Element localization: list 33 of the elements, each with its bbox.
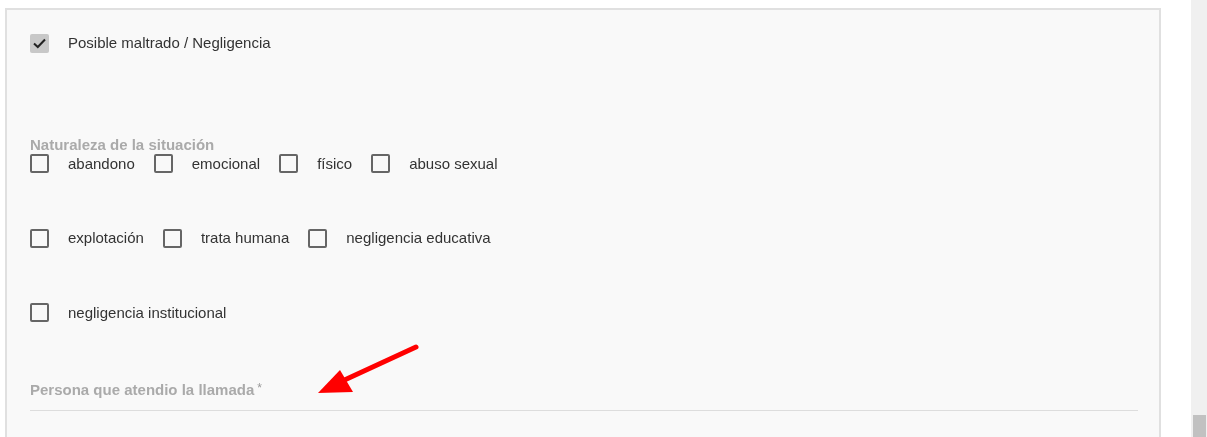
checkbox-option[interactable]: abuso sexual (371, 152, 498, 175)
checkbox-option[interactable]: negligencia educativa (308, 227, 491, 250)
checkbox[interactable] (30, 154, 49, 174)
checkbox[interactable] (308, 228, 328, 248)
field-label: Persona que atendio la llamada (30, 380, 255, 400)
checkbox-label: negligencia educativa (346, 228, 491, 248)
checkbox-label: abandono (68, 153, 135, 174)
section-label: Naturaleza de la situación (30, 135, 216, 154)
checkbox[interactable] (30, 33, 49, 53)
checkbox[interactable] (30, 303, 49, 323)
checkbox-option[interactable]: físico (279, 152, 353, 175)
checkbox-option[interactable]: Posible maltrado / Negligencia (30, 32, 1137, 55)
checkbox-label: explotación (68, 228, 144, 248)
checkbox-label: negligencia institucional (68, 302, 227, 323)
checkbox[interactable] (371, 154, 391, 174)
checkbox-option[interactable]: abandono (30, 152, 135, 175)
required-mark: * (257, 380, 262, 397)
checkbox[interactable] (279, 154, 299, 174)
checkbox-label: emocional (191, 153, 261, 174)
checkbox-option[interactable]: negligencia institucional (30, 301, 227, 324)
checkbox-option[interactable]: emocional (153, 152, 261, 175)
scrollbar[interactable] (1191, 0, 1207, 437)
checkbox-label: abuso sexual (409, 153, 498, 174)
checkbox-label: Posible maltrado / Negligencia (68, 33, 271, 53)
checkbox-option[interactable]: explotación (30, 227, 144, 250)
checkbox[interactable] (30, 228, 49, 248)
checkbox-label: trata humana (200, 228, 290, 248)
checkbox[interactable] (153, 154, 173, 174)
checkbox[interactable] (162, 228, 182, 248)
checkmark-icon (33, 37, 46, 49)
checkbox-label: físico (317, 153, 353, 174)
scrollbar-thumb[interactable] (1193, 415, 1206, 437)
checkbox-option[interactable]: trata humana (162, 227, 290, 250)
